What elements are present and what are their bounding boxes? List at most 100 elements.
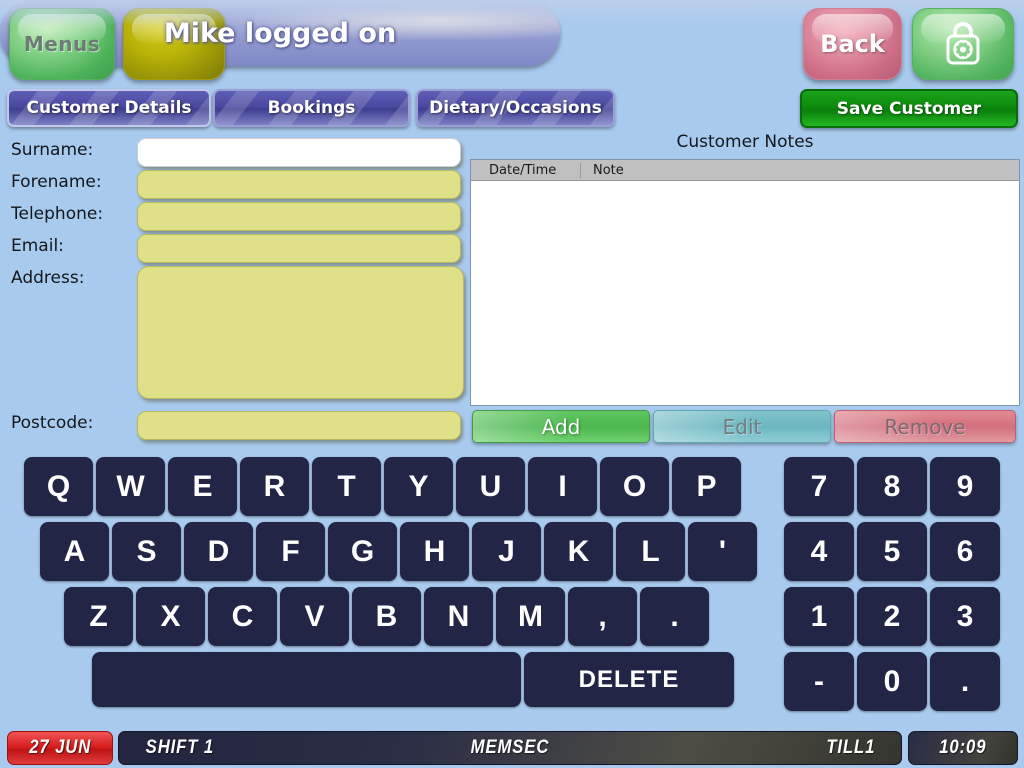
key-e[interactable]: E <box>168 457 237 516</box>
padlock-icon <box>943 19 983 69</box>
save-customer-button-label: Save Customer <box>836 98 982 119</box>
key-n[interactable]: N <box>424 587 493 646</box>
key-h-label: H <box>423 534 446 568</box>
key-a[interactable]: A <box>40 522 109 581</box>
key-f-label: F <box>281 534 300 568</box>
key-l-label: L <box>641 534 660 568</box>
key-s[interactable]: S <box>112 522 181 581</box>
telephone-input[interactable] <box>137 202 461 231</box>
numpad-1[interactable]: 1 <box>784 587 854 646</box>
status-till-text: TILL1 <box>826 737 876 758</box>
lock-button[interactable] <box>912 8 1014 80</box>
key-comma[interactable]: , <box>568 587 637 646</box>
email-input[interactable] <box>137 234 461 263</box>
key-delete[interactable]: DELETE <box>524 652 734 707</box>
key-z[interactable]: Z <box>64 587 133 646</box>
key-w[interactable]: W <box>96 457 165 516</box>
tab-customer-details[interactable]: Customer Details <box>7 89 211 127</box>
key-g[interactable]: G <box>328 522 397 581</box>
numpad-key-label: 9 <box>956 469 974 503</box>
numpad-key-label: 2 <box>883 599 901 633</box>
key-u-label: U <box>479 469 502 503</box>
key-r[interactable]: R <box>240 457 309 516</box>
key-o[interactable]: O <box>600 457 669 516</box>
tab-dietary-occasions-label: Dietary/Occasions <box>429 98 602 118</box>
key-x[interactable]: X <box>136 587 205 646</box>
key-m[interactable]: M <box>496 587 565 646</box>
add-note-button-label: Add <box>541 414 581 439</box>
telephone-label: Telephone: <box>11 204 104 224</box>
key-s-label: S <box>136 534 157 568</box>
back-button[interactable]: Back <box>803 8 902 80</box>
status-operator-text: MEMSEC <box>470 737 550 758</box>
key-b[interactable]: B <box>352 587 421 646</box>
key-c-label: C <box>231 599 254 633</box>
tab-bookings-label: Bookings <box>267 98 356 118</box>
key-n-label: N <box>447 599 470 633</box>
back-button-label: Back <box>820 30 885 58</box>
numpad-2[interactable]: 2 <box>857 587 927 646</box>
logged-on-text: Mike logged on <box>163 17 397 49</box>
tab-dietary-occasions[interactable]: Dietary/Occasions <box>416 89 615 127</box>
numpad-4[interactable]: 4 <box>784 522 854 581</box>
key-t[interactable]: T <box>312 457 381 516</box>
numpad-7[interactable]: 7 <box>784 457 854 516</box>
numpad-key-label: 5 <box>883 534 901 568</box>
key-apostrophe[interactable]: ' <box>688 522 757 581</box>
email-label: Email: <box>11 236 64 256</box>
key-q[interactable]: Q <box>24 457 93 516</box>
forename-input[interactable] <box>137 170 461 199</box>
numpad-3[interactable]: 3 <box>930 587 1000 646</box>
key-k[interactable]: K <box>544 522 613 581</box>
numpad-period[interactable]: . <box>930 652 1000 711</box>
key-c[interactable]: C <box>208 587 277 646</box>
numpad-key-label: 0 <box>883 664 901 698</box>
key-e-label: E <box>192 469 213 503</box>
key-p[interactable]: P <box>672 457 741 516</box>
key-h[interactable]: H <box>400 522 469 581</box>
key-i[interactable]: I <box>528 457 597 516</box>
key-period[interactable]: . <box>640 587 709 646</box>
key-t-label: T <box>337 469 356 503</box>
customer-notes-title: Customer Notes <box>676 132 814 152</box>
key-v[interactable]: V <box>280 587 349 646</box>
customer-notes-header: Date/Time Note <box>471 160 1019 181</box>
customer-notes-panel: Date/Time Note <box>470 159 1020 406</box>
key-f[interactable]: F <box>256 522 325 581</box>
postcode-input[interactable] <box>137 411 461 440</box>
numpad-0[interactable]: 0 <box>857 652 927 711</box>
remove-note-button[interactable]: Remove <box>834 410 1016 443</box>
numpad-key-label: - <box>814 664 824 698</box>
numpad-9[interactable]: 9 <box>930 457 1000 516</box>
surname-label: Surname: <box>11 140 94 160</box>
status-time-text: 10:09 <box>939 737 987 758</box>
save-customer-button[interactable]: Save Customer <box>800 89 1018 128</box>
key-j[interactable]: J <box>472 522 541 581</box>
key-a-label: A <box>63 534 86 568</box>
surname-input[interactable] <box>137 138 461 167</box>
numpad-8[interactable]: 8 <box>857 457 927 516</box>
tab-customer-details-label: Customer Details <box>26 98 192 118</box>
key-y[interactable]: Y <box>384 457 453 516</box>
address-input[interactable] <box>137 266 464 399</box>
key-l[interactable]: L <box>616 522 685 581</box>
numpad-minus[interactable]: - <box>784 652 854 711</box>
customer-notes-list[interactable] <box>471 181 1019 404</box>
key-space[interactable] <box>92 652 521 707</box>
numpad-5[interactable]: 5 <box>857 522 927 581</box>
column-header-datetime: Date/Time <box>471 162 581 178</box>
column-header-note: Note <box>593 162 624 178</box>
tab-bookings[interactable]: Bookings <box>213 89 410 127</box>
add-note-button[interactable]: Add <box>472 410 650 443</box>
key-d[interactable]: D <box>184 522 253 581</box>
key-u[interactable]: U <box>456 457 525 516</box>
numpad-key-label: 8 <box>883 469 901 503</box>
numpad-key-label: . <box>960 664 970 698</box>
edit-note-button[interactable]: Edit <box>653 410 831 443</box>
numpad-6[interactable]: 6 <box>930 522 1000 581</box>
status-date-badge: 27 JUN <box>7 731 113 765</box>
key-comma-label: , <box>598 599 607 633</box>
remove-note-button-label: Remove <box>884 414 966 439</box>
key-i-label: I <box>558 469 567 503</box>
address-label: Address: <box>11 268 85 288</box>
